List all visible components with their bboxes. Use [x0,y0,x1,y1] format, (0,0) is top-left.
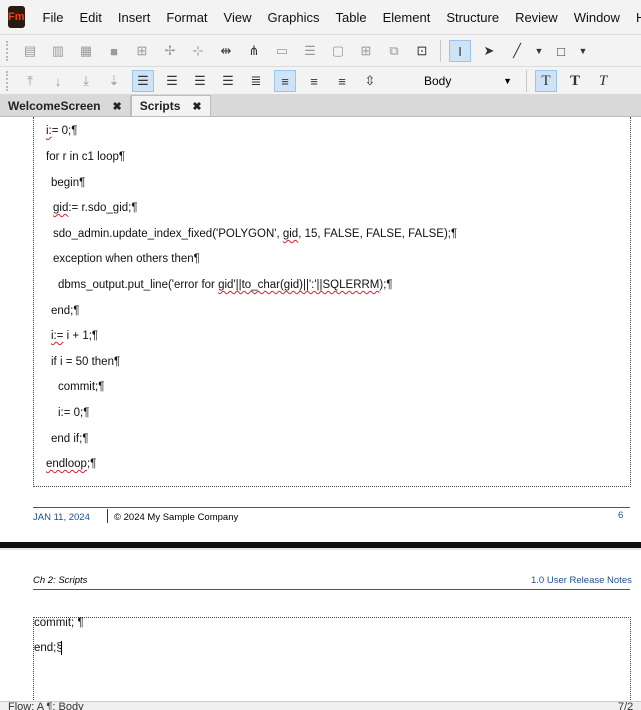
text-align-baseline-icon[interactable]: ⇣ [104,71,124,91]
code-line[interactable]: sdo_admin.update_index_fixed('POLYGON', … [53,228,457,240]
code-line[interactable]: i:= 0;¶ [58,407,89,419]
code-line[interactable]: gid:= r.sdo_gid;¶ [53,202,138,214]
menu-bar: Fm File Edit Insert Format View Graphics… [0,0,641,34]
tab-welcome-screen[interactable]: WelcomeScreen ✖ [0,96,131,116]
code-line[interactable]: end;§ [34,641,63,655]
menu-review[interactable]: Review [507,10,566,25]
close-icon[interactable]: ✖ [113,100,122,113]
italic-text-icon[interactable]: T [593,71,613,91]
frame-icon[interactable]: ▢ [328,41,348,61]
text-formatting-toolbar: ⤒ ↓ ⤓ ⇣ ☰ ☰ ☰ ☰ ≣ ≡ ≡ ≡ ⇳ Body ▼ T T T [0,66,641,95]
header-rule [33,589,630,590]
table-fill-icon[interactable]: ■ [104,41,124,61]
code-line[interactable]: i:= i + 1;¶ [51,330,98,342]
object-select-arrow-icon[interactable]: ➤ [479,41,499,61]
chevron-down-icon: ▼ [503,76,512,86]
framemaker-logo: Fm [8,6,25,28]
text-align-bottom-icon[interactable]: ⤓ [76,71,96,91]
code-line[interactable]: for r in c1 loop¶ [46,151,125,163]
align-right-icon[interactable]: ☰ [190,71,210,91]
text-frame-page-1[interactable] [33,117,631,487]
code-line[interactable]: exception when others then¶ [53,253,200,265]
list-box-icon[interactable]: ☰ [300,41,320,61]
align-left-icon[interactable]: ☰ [132,70,154,92]
add-node-icon[interactable]: ⊹ [188,41,208,61]
document-canvas[interactable]: i:= 0;¶ for r in c1 loop¶ begin¶ gid:= r… [0,117,641,701]
menu-element[interactable]: Element [375,10,439,25]
bold-text-icon[interactable]: T [565,71,585,91]
header-release: 1.0 User Release Notes [531,575,632,586]
line-spacing-single-icon[interactable]: ≣ [246,71,266,91]
text-frame-page-2[interactable] [33,617,631,701]
align-justify-icon[interactable]: ☰ [218,71,238,91]
text-align-middle-icon[interactable]: ↓ [48,71,68,91]
menu-file[interactable]: File [35,10,72,25]
align-center-icon[interactable]: ☰ [162,71,182,91]
smart-select-icon[interactable]: I [449,40,471,62]
group-objects-icon[interactable]: ⧉ [384,41,404,61]
character-format-default-icon[interactable]: T [535,70,557,92]
paragraph-format-value: Body [424,74,452,88]
menu-view[interactable]: View [216,10,260,25]
structure-graphics-toolbar: ▤ ▥ ▦ ■ ⊞ ✢ ⊹ ⇹ ⋔ ▭ ☰ ▢ ⊞ ⧉ ⊡ I ➤ ╱ ▼ □ … [0,34,641,67]
text-align-top-icon[interactable]: ⤒ [20,71,40,91]
tab-scripts[interactable]: Scripts ✖ [130,95,211,116]
menu-edit[interactable]: Edit [71,10,109,25]
element-tree-icon[interactable]: ✢ [160,41,180,61]
add-space-icon[interactable]: ⇳ [360,71,380,91]
toolbar-separator [526,70,527,92]
text-cursor [61,641,62,655]
close-icon[interactable]: ✖ [192,100,201,113]
hierarchy-icon[interactable]: ⋔ [244,41,264,61]
menu-structure[interactable]: Structure [438,10,507,25]
footer-rule [33,507,630,508]
footer-copyright: © 2024 My Sample Company [114,512,239,523]
toolbar-separator [440,40,441,62]
code-line[interactable]: end if;¶ [51,433,89,445]
line-spacing-custom-icon[interactable]: ≡ [332,71,352,91]
footer-divider [107,509,108,523]
code-line[interactable]: if i = 50 then¶ [51,356,120,368]
document-icon[interactable]: ▭ [272,41,292,61]
move-element-icon[interactable]: ⇹ [216,41,236,61]
table-grid-icon[interactable]: ▦ [76,41,96,61]
code-line[interactable]: end;¶ [51,305,80,317]
code-line[interactable]: commit; ¶ [34,617,84,629]
anchored-frame-icon[interactable]: ⊡ [412,41,432,61]
line-tool-dropdown-icon[interactable]: ▼ [535,41,544,61]
merge-cells-icon[interactable]: ⊞ [132,41,152,61]
page-edge [0,548,641,550]
shape-tool-dropdown-icon[interactable]: ▼ [579,41,588,61]
menu-format[interactable]: Format [158,10,215,25]
insert-table-row-icon[interactable]: ▤ [20,41,40,61]
menu-table[interactable]: Table [328,10,375,25]
toolbar-grip[interactable] [6,71,12,91]
rectangle-tool-icon[interactable]: □ [551,41,571,61]
code-line[interactable]: dbms_output.put_line('error for gid'||to… [58,279,393,291]
code-line[interactable]: begin¶ [51,177,85,189]
line-spacing-1-5-icon[interactable]: ≡ [274,70,296,92]
paragraph-format-select[interactable]: Body ▼ [420,72,516,90]
header-chapter: Ch 2: Scripts [33,575,88,586]
toolbar-grip[interactable] [6,41,12,61]
code-line[interactable]: commit;¶ [58,381,104,393]
footer-page-number: 6 [618,510,624,521]
code-line[interactable]: endloop;¶ [46,458,96,470]
footer-date: JAN 11, 2024 [33,512,90,523]
menu-help[interactable]: Help [628,10,641,25]
grid-layout-icon[interactable]: ⊞ [356,41,376,61]
code-line[interactable]: i:= 0;¶ [46,125,77,137]
insert-table-column-icon[interactable]: ▥ [48,41,68,61]
menu-graphics[interactable]: Graphics [260,10,328,25]
document-tabs: WelcomeScreen ✖ Scripts ✖ [0,94,641,117]
line-spacing-double-icon[interactable]: ≡ [304,71,324,91]
line-tool-icon[interactable]: ╱ [507,41,527,61]
tab-label: WelcomeScreen [8,99,101,113]
tab-label: Scripts [139,99,181,113]
menu-window[interactable]: Window [566,10,628,25]
menu-insert[interactable]: Insert [110,10,159,25]
